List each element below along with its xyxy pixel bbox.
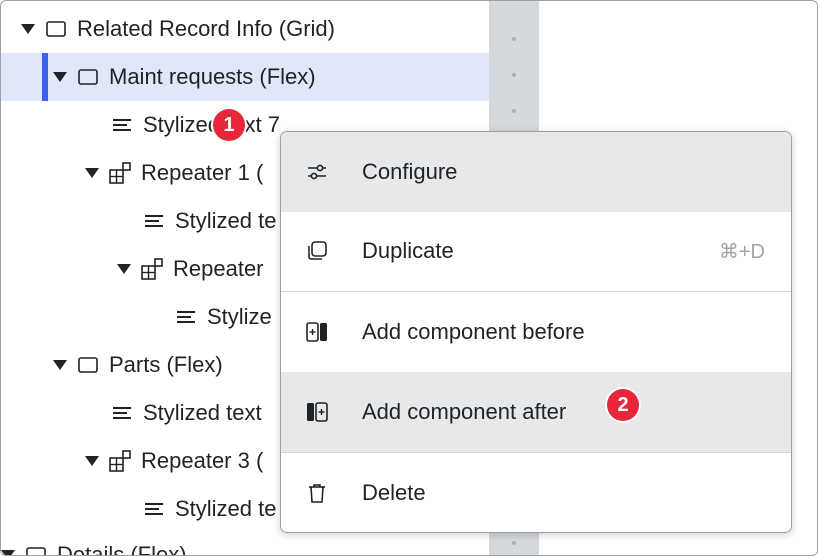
- text-lines-icon: [175, 306, 197, 328]
- tree-item-label: Details (Flex): [57, 542, 187, 556]
- menu-item-add-before[interactable]: Add component before: [281, 292, 791, 372]
- step-badge-2: 2: [607, 389, 639, 421]
- tree-item-label: Stylized te: [175, 496, 277, 521]
- splitter-grip-dot: [512, 37, 516, 41]
- text-lines-icon: [143, 498, 165, 520]
- menu-item-label: Add component before: [362, 319, 585, 344]
- tree-item-label: Related Record Info (Grid): [77, 16, 335, 41]
- tree-item-label: Stylize: [207, 304, 272, 329]
- tree-item-details[interactable]: Details (Flex): [1, 531, 489, 556]
- caret-down-icon[interactable]: [117, 262, 131, 276]
- menu-item-add-after[interactable]: Add component after: [281, 372, 791, 452]
- menu-item-configure[interactable]: Configure: [281, 132, 791, 212]
- caret-down-icon[interactable]: [53, 358, 67, 372]
- frame-icon: [45, 18, 67, 40]
- caret-down-icon[interactable]: [21, 22, 35, 36]
- add-before-icon: [303, 318, 331, 346]
- add-after-icon: [303, 398, 331, 426]
- step-badge-1: 1: [213, 109, 245, 141]
- menu-item-label: Add component after: [362, 399, 567, 424]
- repeater-icon: [109, 162, 131, 184]
- tree-item-label: Parts (Flex): [109, 352, 223, 377]
- text-lines-icon: [143, 210, 165, 232]
- frame-icon: [77, 66, 99, 88]
- context-menu: Configure Duplicate ⌘+D Add component be…: [280, 131, 792, 533]
- repeater-icon: [109, 450, 131, 472]
- menu-item-label: Delete: [362, 479, 426, 505]
- caret-down-icon[interactable]: [1, 548, 15, 555]
- text-lines-icon: [111, 114, 133, 136]
- tree-item-label: Repeater 3 (: [141, 448, 264, 473]
- tree-item-label: Stylized text: [143, 400, 262, 425]
- shortcut-hint: ⌘+D: [718, 240, 765, 263]
- frame-icon: [77, 354, 99, 376]
- tree-item-related-record-info[interactable]: Related Record Info (Grid): [1, 5, 489, 53]
- splitter-grip-dot: [512, 109, 516, 113]
- menu-item-duplicate[interactable]: Duplicate ⌘+D: [281, 212, 791, 290]
- caret-down-icon[interactable]: [85, 166, 99, 180]
- caret-down-icon[interactable]: [85, 454, 99, 468]
- trash-icon: [303, 479, 331, 507]
- tree-item-label: Repeater: [173, 256, 264, 281]
- sliders-icon: [303, 158, 331, 186]
- tree-item-maint-requests[interactable]: Maint requests (Flex): [1, 53, 489, 101]
- menu-item-label: Configure: [362, 159, 458, 184]
- app-frame: Related Record Info (Grid) Maint request…: [0, 0, 818, 556]
- duplicate-icon: [303, 237, 331, 265]
- menu-item-delete[interactable]: Delete: [281, 453, 791, 532]
- splitter-grip-dot: [512, 541, 516, 545]
- splitter-grip-dot: [512, 73, 516, 77]
- repeater-icon: [141, 258, 163, 280]
- tree-item-label: Repeater 1 (: [141, 160, 264, 185]
- text-lines-icon: [111, 402, 133, 424]
- caret-down-icon[interactable]: [53, 70, 67, 84]
- menu-item-label: Duplicate: [362, 238, 454, 263]
- tree-item-label: Stylized text 7: [143, 112, 280, 137]
- tree-item-label: Maint requests (Flex): [109, 64, 316, 89]
- frame-icon: [25, 544, 47, 555]
- tree-item-label: Stylized te: [175, 208, 277, 233]
